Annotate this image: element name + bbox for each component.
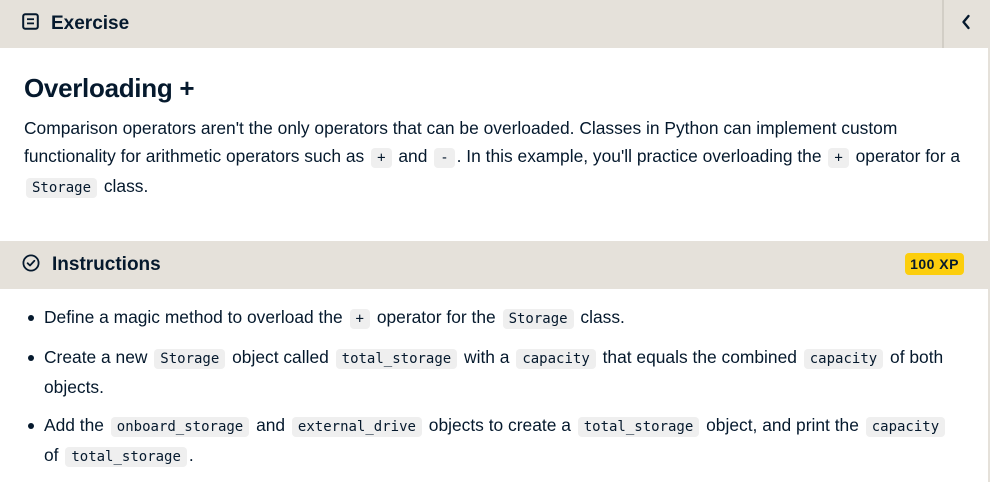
instructions-header-label: Instructions	[52, 254, 161, 275]
exercise-header-left: Exercise	[0, 13, 129, 35]
instructions-header[interactable]: Instructions 100 XP	[0, 241, 988, 289]
inline-code: onboard_storage	[110, 417, 250, 437]
document-icon	[22, 13, 39, 35]
inline-code: Storage	[154, 349, 226, 369]
inline-code: total_storage	[335, 349, 458, 369]
inline-code: total_storage	[577, 417, 700, 437]
inline-code: total_storage	[65, 447, 187, 467]
exercise-panel: Exercise Overloading + Comparison operat…	[0, 0, 990, 482]
chevron-left-icon	[961, 14, 971, 35]
inline-code: +	[828, 148, 849, 168]
inline-code: capacity	[803, 349, 884, 369]
instruction-item: Define a magic method to overload the + …	[24, 303, 964, 333]
inline-code: Storage	[26, 178, 98, 198]
collapse-button[interactable]	[942, 0, 988, 48]
instruction-item: Create a new Storage object called total…	[24, 343, 964, 401]
check-circle-icon	[22, 254, 40, 277]
exercise-body: Overloading + Comparison operators aren'…	[0, 48, 988, 241]
inline-code: Storage	[502, 309, 574, 329]
inline-code: -	[434, 148, 455, 168]
inline-code: capacity	[865, 417, 946, 437]
exercise-header: Exercise	[0, 0, 988, 48]
inline-code: +	[371, 148, 392, 168]
instructions-body: Define a magic method to overload the + …	[0, 289, 988, 471]
exercise-description: Comparison operators aren't the only ope…	[24, 118, 961, 198]
inline-code: +	[349, 309, 370, 329]
inline-code: capacity	[516, 349, 596, 369]
xp-badge: 100 XP	[905, 253, 964, 275]
exercise-title: Overloading +	[24, 73, 195, 103]
instructions-header-left: Instructions	[0, 254, 161, 277]
instructions-list: Define a magic method to overload the + …	[24, 303, 964, 471]
exercise-header-label: Exercise	[51, 13, 130, 34]
instruction-item: Add the onboard_storage and external_dri…	[24, 411, 964, 471]
inline-code: external_drive	[291, 417, 422, 437]
